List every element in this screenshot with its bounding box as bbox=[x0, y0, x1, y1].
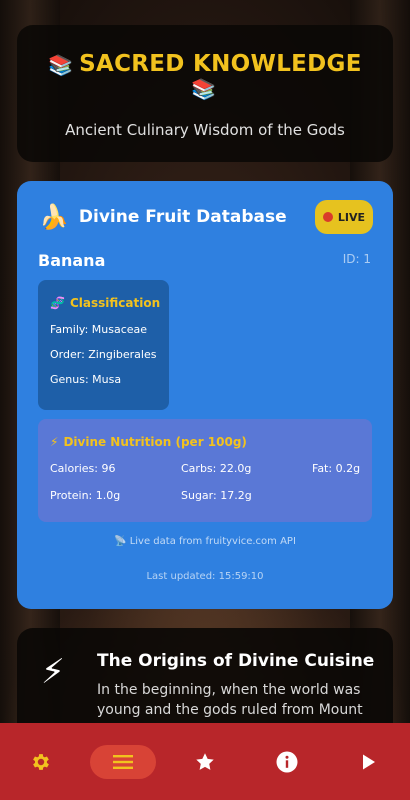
play-button[interactable] bbox=[336, 745, 402, 779]
classification-title: 🧬 Classification bbox=[50, 296, 161, 310]
classification-box: 🧬 Classification Family: Musaceae Order:… bbox=[38, 280, 169, 410]
info-icon bbox=[276, 751, 298, 772]
live-label: LIVE bbox=[337, 210, 366, 224]
star-icon bbox=[196, 752, 214, 770]
menu-icon bbox=[113, 754, 133, 769]
settings-button[interactable] bbox=[8, 745, 74, 779]
nutrition-grid: Calories: 96 Carbs: 22.0g Fat: 0.2g Prot… bbox=[50, 462, 360, 502]
header-title: SACRED KNOWLEDGE bbox=[79, 51, 362, 77]
fruit-card-header: 🍌 Divine Fruit Database bbox=[39, 203, 287, 231]
api-source-note: 📡 Live data from fruityvice.com API bbox=[114, 536, 296, 547]
book-icon: 📚 bbox=[191, 77, 216, 101]
family-value: Family: Musaceae bbox=[50, 323, 148, 336]
origins-title: The Origins of Divine Cuisine bbox=[97, 651, 375, 671]
nutrition-title: ⚡ Divine Nutrition (per 100g) bbox=[50, 435, 360, 449]
live-badge[interactable]: LIVE bbox=[315, 200, 373, 234]
banana-icon: 🍌 bbox=[39, 203, 69, 231]
live-dot-icon bbox=[322, 212, 333, 222]
favorites-button[interactable] bbox=[172, 745, 238, 779]
lightning-icon: ⚡ bbox=[50, 435, 59, 449]
dna-icon: 🧬 bbox=[50, 296, 65, 310]
fruit-id: ID: 1 bbox=[342, 252, 371, 266]
bottom-nav bbox=[0, 723, 410, 800]
menu-button[interactable] bbox=[90, 744, 156, 779]
protein-value: Protein: 1.0g bbox=[50, 489, 121, 502]
sugar-value: Sugar: 17.2g bbox=[181, 489, 252, 502]
carbs-value: Carbs: 22.0g bbox=[181, 462, 252, 475]
header-card: 📚 SACRED KNOWLEDGE 📚 Ancient Culinary Wi… bbox=[17, 25, 393, 162]
gear-icon bbox=[33, 753, 49, 770]
order-value: Order: Zingiberales bbox=[50, 348, 157, 361]
fat-value: Fat: 0.2g bbox=[312, 462, 361, 475]
info-button[interactable] bbox=[254, 745, 320, 779]
classification-title-label: Classification bbox=[69, 296, 161, 310]
genus-value: Genus: Musa bbox=[50, 373, 122, 386]
calories-value: Calories: 96 bbox=[50, 462, 116, 475]
fruit-card-title: Divine Fruit Database bbox=[78, 207, 287, 227]
book-icon: 📚 bbox=[48, 53, 74, 77]
last-updated: Last updated: 15:59:10 bbox=[146, 571, 264, 582]
header-subtitle: Ancient Culinary Wisdom of the Gods bbox=[65, 121, 345, 139]
origins-text: In the beginning, when the world was you… bbox=[97, 682, 363, 718]
lightning-icon: ⚡ bbox=[41, 652, 65, 692]
play-icon bbox=[363, 754, 375, 769]
fruit-database-card: 🍌 Divine Fruit Database LIVE Banana ID: … bbox=[17, 181, 393, 609]
fruit-name: Banana bbox=[38, 251, 106, 270]
nutrition-title-label: Divine Nutrition (per 100g) bbox=[63, 435, 247, 449]
origins-card: ⚡ The Origins of Divine Cuisine In the b… bbox=[17, 628, 393, 728]
nutrition-box: ⚡ Divine Nutrition (per 100g) Calories: … bbox=[38, 419, 372, 522]
